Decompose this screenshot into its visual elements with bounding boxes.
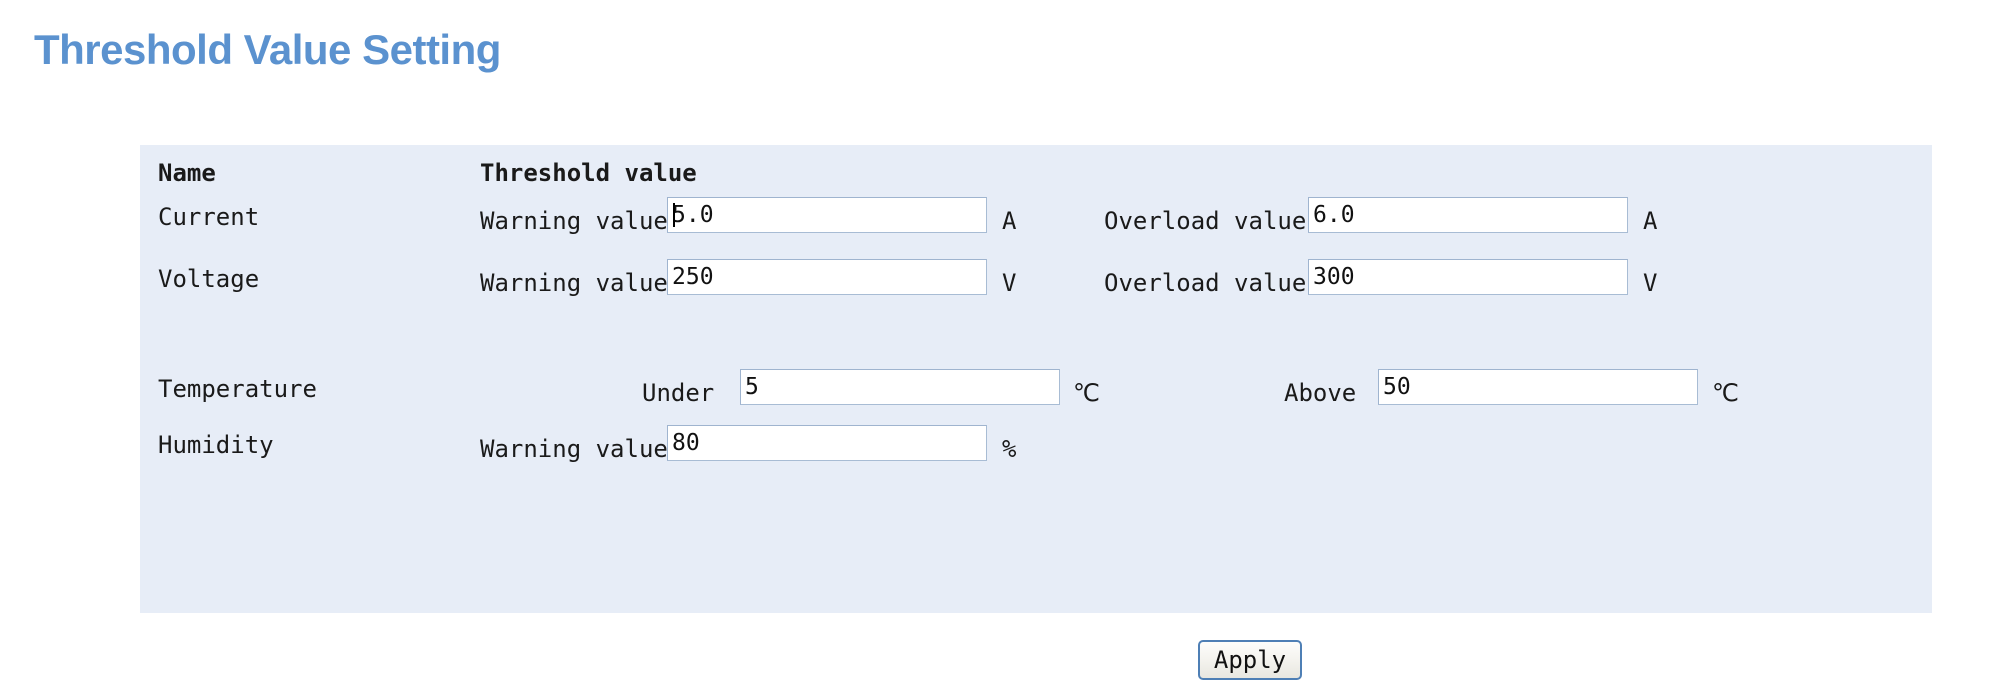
- voltage-overload-label: Overload value: [1104, 269, 1307, 297]
- current-warning-input[interactable]: [667, 197, 987, 233]
- voltage-overload-input[interactable]: [1308, 259, 1628, 295]
- voltage-overload-unit: V: [1643, 269, 1658, 297]
- threshold-settings-panel: Name Threshold value Current Warning val…: [140, 145, 1932, 680]
- current-overload-label: Overload value: [1104, 207, 1307, 235]
- temperature-above-unit: ℃: [1712, 379, 1739, 407]
- text-cursor: [673, 203, 675, 227]
- table-row: Humidity Warning value %: [140, 423, 1932, 463]
- voltage-warning-unit: V: [1002, 269, 1017, 297]
- row-label-humidity: Humidity: [158, 431, 274, 459]
- humidity-warning-input[interactable]: [667, 425, 987, 461]
- voltage-warning-input[interactable]: [667, 259, 987, 295]
- apply-button[interactable]: Apply: [1198, 640, 1302, 680]
- table-row: Current Warning value A Overload value A: [140, 195, 1932, 235]
- temperature-under-input[interactable]: [740, 369, 1060, 405]
- temperature-above-input[interactable]: [1378, 369, 1698, 405]
- temperature-above-label: Above: [1284, 379, 1357, 407]
- current-warning-label: Warning value: [480, 207, 668, 235]
- row-label-voltage: Voltage: [158, 265, 260, 293]
- table-row: Temperature Under ℃ Above ℃: [140, 367, 1932, 407]
- humidity-warning-label: Warning value: [480, 435, 668, 463]
- row-label-temperature: Temperature: [158, 375, 317, 403]
- table-row: Voltage Warning value V Overload value V: [140, 257, 1932, 297]
- column-header-name: Name: [158, 159, 216, 187]
- current-warning-unit: A: [1002, 207, 1017, 235]
- row-label-current: Current: [158, 203, 260, 231]
- current-overload-unit: A: [1643, 207, 1658, 235]
- voltage-warning-label: Warning value: [480, 269, 668, 297]
- page-title: Threshold Value Setting: [34, 26, 501, 73]
- humidity-warning-unit: %: [1002, 435, 1017, 463]
- temperature-under-unit: ℃: [1073, 379, 1100, 407]
- table-header-row: Name Threshold value: [140, 153, 1932, 193]
- column-header-threshold-value: Threshold value: [480, 159, 697, 187]
- current-overload-input[interactable]: [1308, 197, 1628, 233]
- temperature-under-label: Under: [642, 379, 715, 407]
